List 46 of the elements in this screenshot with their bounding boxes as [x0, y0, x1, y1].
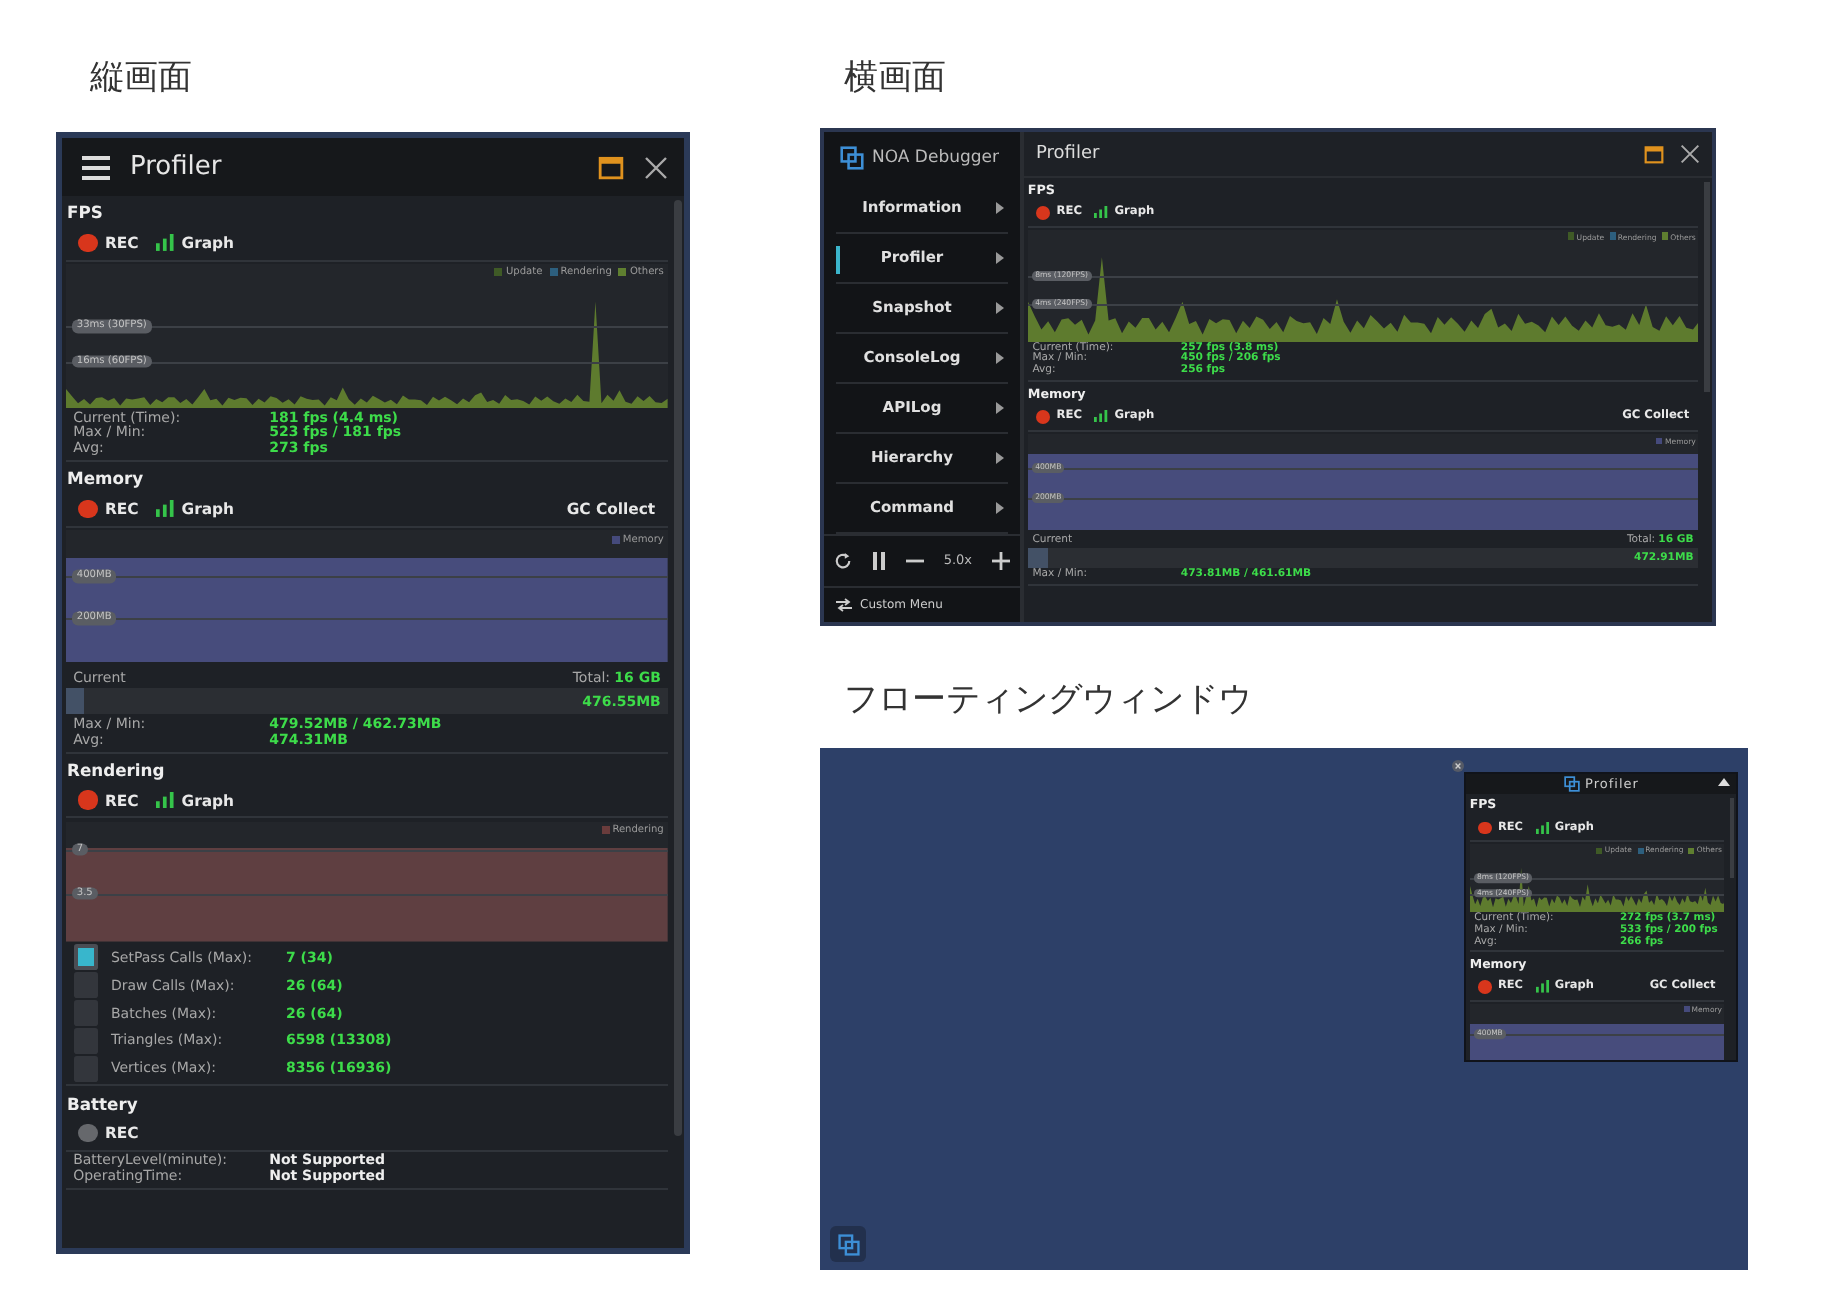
graph-icon [1535, 980, 1550, 994]
window-title: Profiler [130, 152, 224, 182]
refresh-icon [833, 551, 852, 570]
graph-icon [1535, 821, 1550, 835]
window-title: Profiler [1036, 144, 1102, 164]
caret-icon [996, 351, 1004, 363]
scrollbar[interactable] [1704, 182, 1710, 392]
metric-checkbox[interactable] [73, 944, 99, 970]
caption: フローティングウィンドウ [844, 678, 1252, 722]
logo-icon [840, 145, 864, 170]
pause-button[interactable] [871, 551, 886, 570]
refresh-button[interactable] [833, 551, 852, 570]
graph-icon [155, 234, 174, 252]
plus-button[interactable] [991, 551, 1010, 570]
section-title: Rendering [65, 757, 167, 784]
close-icon [1680, 144, 1700, 164]
caption: 縦画面 [90, 56, 192, 100]
graph-icon [1094, 410, 1109, 423]
window-icon [598, 154, 624, 180]
app-name: NOA Debugger [872, 147, 999, 168]
section-title: Battery [65, 1091, 140, 1117]
close-icon[interactable] [1452, 760, 1464, 772]
swap-arrows-icon [836, 598, 852, 612]
graph-icon [155, 500, 174, 518]
caret-icon [996, 501, 1004, 513]
menu-icon [82, 155, 110, 179]
section-title: FPS [65, 200, 105, 227]
collapse-caret-icon [1718, 778, 1730, 786]
pause-icon [871, 551, 886, 570]
logo-icon [1563, 776, 1580, 792]
graph-icon [1094, 205, 1109, 219]
close-icon [644, 155, 668, 179]
caret-icon [996, 451, 1004, 463]
debugger-launch-button[interactable] [830, 1226, 866, 1262]
caption: 横画面 [844, 56, 946, 100]
graph-icon [155, 791, 174, 809]
plus-icon [991, 551, 1010, 570]
scrollbar[interactable] [674, 200, 682, 1136]
logo-icon [837, 1233, 859, 1255]
caret-icon [996, 401, 1004, 413]
section-title: Memory [65, 466, 146, 493]
caret-icon [996, 251, 1004, 263]
caret-icon [996, 301, 1004, 313]
metric-checkbox[interactable] [73, 972, 99, 998]
caret-icon [996, 201, 1004, 213]
window-icon [1644, 144, 1664, 164]
